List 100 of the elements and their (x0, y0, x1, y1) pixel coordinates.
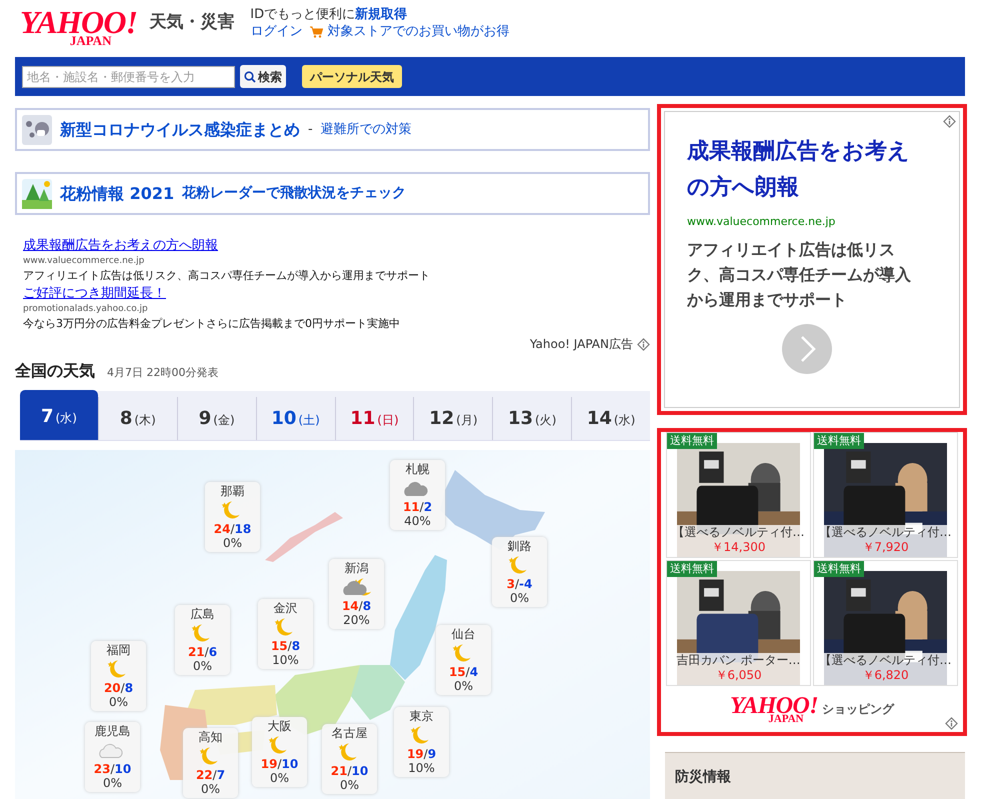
low-temp: 8 (292, 639, 300, 653)
trees-icon (22, 178, 52, 208)
ad-description: アフィリエイト広告は低リスク、高コスパ専任チームが導入から運用までサポート (23, 268, 431, 284)
high-temp: 23 (94, 762, 110, 776)
rain-chance: 0% (340, 778, 360, 792)
low-temp: 9 (428, 747, 436, 761)
search-icon (244, 70, 256, 82)
city-weather-card[interactable]: 高知 22/7 0% (183, 728, 238, 798)
info-icon[interactable] (637, 338, 650, 350)
ad-url: promotionalads.yahoo.co.jp (23, 303, 149, 315)
yahoo-logo[interactable]: YAHOO! JAPAN (20, 6, 138, 47)
product-tile[interactable]: 送料無料 【選べるノベルティ付… ￥14,300 (666, 432, 811, 558)
info-banner[interactable]: 新型コロナウイルス感染症まとめ - 避難所での対策 (15, 108, 650, 151)
ad-description: 今なら3万円分の広告料金プレゼントさらに広告掲載まで0円サポート実施中 (23, 316, 401, 332)
free-shipping-badge: 送料無料 (667, 561, 717, 577)
day-tab[interactable]: 10(土) (256, 397, 334, 440)
info-banner[interactable]: 花粉情報 2021 花粉レーダーで飛散状況をチェック (15, 172, 650, 215)
day-tab[interactable]: 14(水) (571, 397, 650, 440)
city-weather-card[interactable]: 新潟 14/8 20% (329, 559, 384, 629)
store-promo-link[interactable]: 対象ストアでのお買い物がお得 (327, 23, 510, 40)
ad-title-link[interactable]: ご好評につき期間延長！ (23, 285, 166, 303)
temp-separator: / (230, 522, 235, 536)
high-temp: 20 (104, 681, 121, 695)
login-link[interactable]: ログイン (250, 23, 302, 40)
day-tab[interactable]: 11(日) (334, 397, 414, 440)
high-temp: 19 (260, 757, 278, 771)
signup-link[interactable]: 新規取得 (355, 6, 408, 23)
temp-separator: / (466, 665, 470, 679)
cart-icon (310, 26, 324, 38)
city-weather-card[interactable]: 福岡 20/8 0% (91, 641, 146, 711)
dash-text: - (308, 120, 313, 139)
city-weather-card[interactable]: 金沢 15/8 10% (258, 599, 313, 669)
low-temp: 8 (124, 681, 134, 695)
city-weather-card[interactable]: 札幌 11/2 40% (390, 460, 445, 530)
high-temp: 21 (188, 645, 205, 659)
city-name: 新潟 (344, 561, 368, 575)
city-weather-card[interactable]: 那覇 24/18 0% (205, 482, 260, 552)
panel-title: 防災情報 (675, 768, 731, 787)
city-name: 高知 (198, 730, 222, 744)
free-shipping-badge: 送料無料 (667, 433, 717, 449)
display-ad[interactable]: 成果報酬広告をお考えの方へ朗報 www.valuecommerce.ne.jp アフィリエイト広告は低リスク、高コスパ専任チームが導入から運用までサポート (657, 104, 967, 415)
temp-separator: / (420, 500, 424, 514)
city-weather-card[interactable]: 仙台 15/4 0% (436, 625, 491, 695)
display-ad-url: www.valuecommerce.ne.jp (687, 214, 836, 230)
city-weather-card[interactable]: 広島 21/6 0% (175, 605, 230, 675)
free-shipping-badge: 送料無料 (814, 433, 864, 449)
city-name: 札幌 (406, 462, 430, 476)
ad-title-link[interactable]: 成果報酬広告をお考えの方へ朗報 (23, 237, 218, 255)
banner-subtitle: 花粉レーダーで飛散状況をチェック (182, 184, 406, 203)
ad-url: www.valuecommerce.ne.jp (23, 255, 146, 267)
product-tile[interactable]: 送料無料 【選べるノベルティ付… ￥7,920 (813, 432, 958, 558)
day-tab[interactable]: 7(水) (20, 390, 98, 440)
temp-separator: / (358, 599, 363, 613)
high-temp: 22 (196, 768, 213, 782)
temp-separator: / (110, 762, 115, 776)
info-icon[interactable] (945, 717, 958, 730)
city-weather-card[interactable]: 大阪 19/10 0% (252, 717, 307, 787)
day-tab[interactable]: 9(金) (176, 397, 256, 440)
city-weather-card[interactable]: 名古屋 21/10 0% (322, 724, 377, 794)
product-tile[interactable]: 送料無料 吉田カバン ポーター… ￥6,050 (666, 560, 811, 686)
rain-chance: 0% (454, 679, 474, 693)
low-temp: 7 (216, 768, 226, 782)
city-weather-card[interactable]: 鹿児島 23/10 0% (85, 722, 140, 792)
info-icon[interactable] (943, 115, 956, 128)
rain-chance: 0% (108, 695, 128, 709)
temp-separator: / (204, 645, 209, 659)
city-name: 東京 (410, 709, 434, 723)
high-temp: 21 (330, 764, 348, 778)
low-temp: 18 (234, 522, 252, 536)
display-ad-title: 成果報酬広告をお考えの方へ朗報 (687, 138, 911, 202)
low-temp: 2 (424, 500, 432, 514)
product-price: ￥6,050 (715, 668, 762, 683)
product-price: ￥14,300 (712, 540, 766, 555)
temp-separator: / (424, 747, 428, 761)
product-price: ￥6,820 (862, 668, 909, 683)
product-tile[interactable]: 送料無料 【選べるノベルティ付… ￥6,820 (813, 560, 958, 686)
search-button[interactable]: 検索 (240, 65, 286, 88)
yahoo-logo[interactable]: YAHOO! JAPAN (730, 694, 818, 724)
high-temp: 19 (406, 747, 424, 761)
city-name: 仙台 (452, 627, 476, 641)
personal-weather-button[interactable]: パーソナル天気 (302, 65, 402, 88)
low-temp: 10 (114, 762, 132, 776)
day-tab[interactable]: 8(木) (98, 397, 177, 440)
product-price: ￥7,920 (862, 540, 909, 555)
day-tab[interactable]: 12(月) (413, 397, 492, 440)
shopping-label: ショッピング (822, 701, 894, 718)
city-name: 那覇 (220, 484, 244, 498)
city-weather-card[interactable]: 釧路 3/-4 0% (492, 537, 547, 607)
search-field[interactable]: 地名・施設名・郵便番号を入力 (22, 66, 235, 88)
low-temp: 6 (208, 645, 218, 659)
id-promo-text: IDでもっと便利に (250, 7, 356, 23)
temp-separator: / (347, 764, 352, 778)
high-temp: 15 (448, 665, 466, 679)
city-name: 大阪 (268, 719, 292, 733)
city-name: 福岡 (106, 643, 130, 657)
city-name: 釧路 (508, 539, 532, 553)
temp-separator: / (277, 757, 282, 771)
display-ad-description: アフィリエイト広告は低リスク、高コスパ専任チームが導入から運用までサポート (687, 238, 912, 310)
city-weather-card[interactable]: 東京 19/9 10% (394, 707, 449, 777)
day-tab[interactable]: 13(火) (492, 397, 572, 440)
